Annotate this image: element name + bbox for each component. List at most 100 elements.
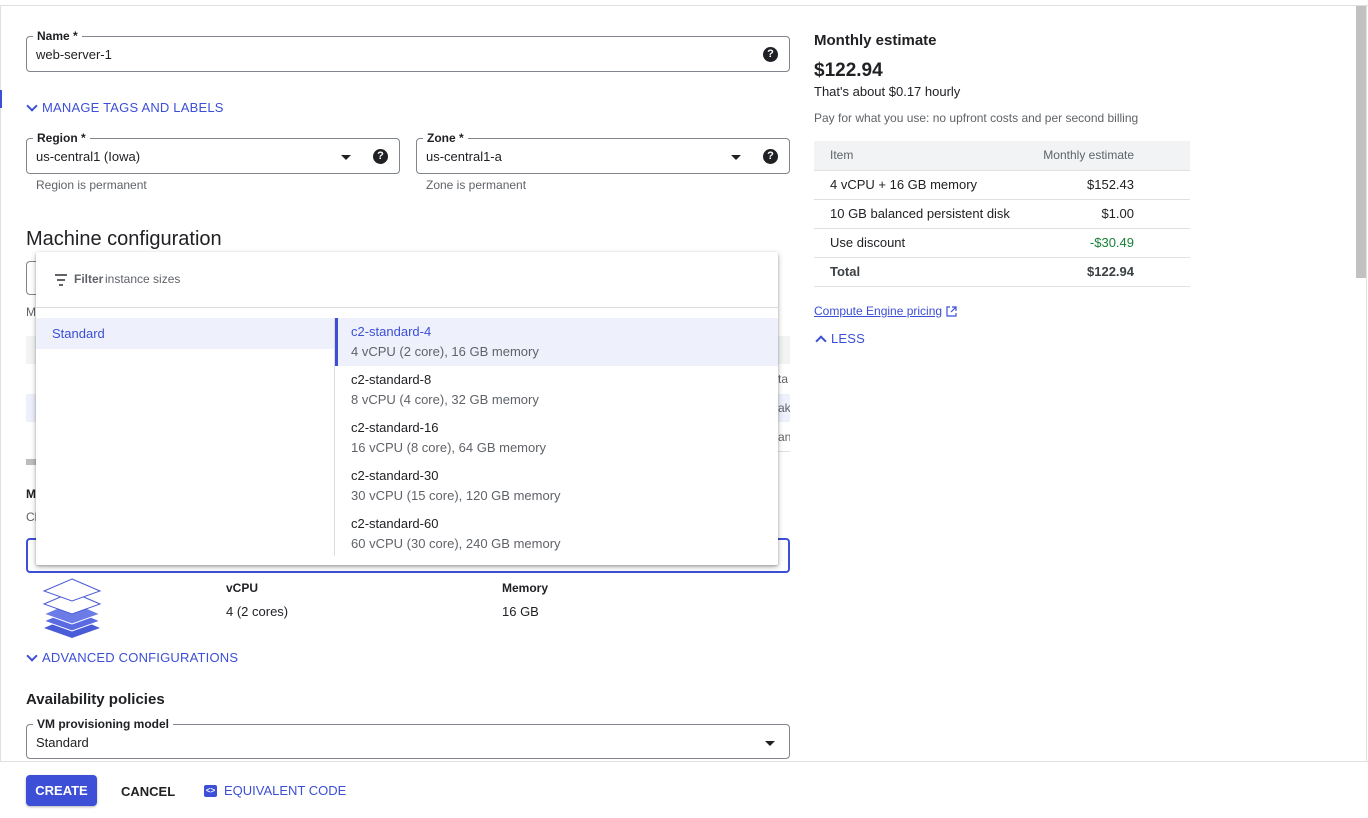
help-icon[interactable]: ? [373, 149, 388, 164]
option-desc: 60 vCPU (30 core), 240 GB memory [351, 536, 561, 551]
equivalent-code-button[interactable]: <> EQUIVALENT CODE [204, 783, 346, 798]
series-field-edge [26, 261, 36, 295]
vm-provisioning-label: VM provisioning model [33, 716, 174, 732]
machine-stack-icon [42, 578, 102, 638]
total-value: $122.94 [1026, 257, 1190, 287]
table-scrollbar-edge [26, 459, 36, 465]
filter-icon [54, 274, 68, 289]
left-border [0, 6, 1, 761]
table-header: Item Monthly estimate [814, 141, 1190, 171]
memory-value: 16 GB [502, 604, 539, 619]
name-field[interactable]: Name * web-server-1 ? [26, 28, 790, 72]
help-icon[interactable]: ? [763, 47, 778, 62]
col-item: Item [814, 141, 1027, 171]
option-name: c2-standard-16 [351, 420, 439, 435]
row-item: 4 vCPU + 16 GB memory [814, 170, 1027, 200]
option-c2-standard-30[interactable]: c2-standard-30 30 vCPU (15 core), 120 GB… [335, 462, 778, 510]
zone-value: us-central1-a [426, 149, 502, 164]
hidden-text: ak [778, 401, 790, 415]
less-label: LESS [831, 331, 866, 346]
option-name: c2-standard-4 [351, 324, 432, 339]
machine-config-title: Machine configuration [26, 228, 222, 250]
region-label: Region * [33, 130, 90, 146]
vm-provisioning-value: Standard [36, 735, 89, 750]
chevron-down-icon [26, 649, 38, 662]
hidden-text: M [26, 305, 36, 319]
table-row-edge [778, 451, 790, 452]
total-label: Total [814, 257, 1027, 287]
option-desc: 30 vCPU (15 core), 120 GB memory [351, 488, 561, 503]
vm-provisioning-select[interactable]: VM provisioning model Standard [26, 716, 790, 759]
option-name: c2-standard-60 [351, 516, 439, 531]
filter-input[interactable]: instance sizes [105, 272, 180, 286]
table-row-total: Total $122.94 [814, 257, 1190, 287]
left-indicator [0, 90, 2, 108]
filter-bar[interactable]: Filter instance sizes [36, 252, 778, 308]
advanced-label: ADVANCED CONFIGURATIONS [42, 650, 239, 665]
availability-title: Availability policies [26, 691, 165, 708]
manage-tags-label: MANAGE TAGS AND LABELS [42, 100, 224, 115]
option-list: c2-standard-4 4 vCPU (2 core), 16 GB mem… [335, 318, 778, 558]
equivalent-code-label: EQUIVALENT CODE [224, 783, 347, 798]
row-item: Use discount [814, 228, 1027, 258]
estimate-title: Monthly estimate [814, 32, 937, 49]
estimate-price: $122.94 [814, 60, 883, 81]
option-c2-standard-16[interactable]: c2-standard-16 16 vCPU (8 core), 64 GB m… [335, 414, 778, 462]
table-row: 4 vCPU + 16 GB memory $152.43 [814, 170, 1190, 200]
row-value-discount: -$30.49 [1026, 228, 1190, 258]
option-c2-standard-60[interactable]: c2-standard-60 60 vCPU (30 core), 240 GB… [335, 510, 778, 558]
scroll-track [1366, 6, 1367, 761]
name-label: Name * [33, 28, 82, 44]
dropdown-arrow-icon [765, 741, 775, 746]
chevron-down-icon [26, 99, 38, 112]
cancel-button[interactable]: CANCEL [121, 784, 175, 799]
row-value: $152.43 [1026, 170, 1190, 200]
zone-hint: Zone is permanent [426, 178, 527, 192]
pricing-link-label: Compute Engine pricing [814, 304, 943, 318]
manage-tags-button[interactable]: MANAGE TAGS AND LABELS [26, 99, 224, 115]
name-value[interactable]: web-server-1 [36, 47, 112, 62]
option-desc: 4 vCPU (2 core), 16 GB memory [351, 344, 539, 359]
help-icon[interactable]: ? [763, 149, 778, 164]
region-select[interactable]: Region * us-central1 (Iowa) ? [26, 130, 400, 174]
estimate-note: Pay for what you use: no upfront costs a… [814, 111, 1139, 125]
filter-label: Filter [74, 272, 104, 286]
row-item: 10 GB balanced persistent disk [814, 199, 1027, 229]
vcpu-value: 4 (2 cores) [226, 604, 289, 619]
hidden-text: M [26, 487, 36, 501]
vcpu-label: vCPU [226, 581, 259, 595]
less-button[interactable]: LESS [815, 331, 866, 347]
scrollbar-thumb[interactable] [1356, 6, 1366, 278]
option-desc: 8 vCPU (4 core), 32 GB memory [351, 392, 539, 407]
zone-label: Zone * [423, 130, 468, 146]
top-divider [0, 0, 1368, 6]
dropdown-arrow-icon [341, 155, 351, 160]
create-button[interactable]: CREATE [26, 775, 97, 806]
external-link-icon [946, 305, 957, 317]
chevron-up-icon [815, 334, 827, 347]
col-estimate: Monthly estimate [1026, 141, 1190, 171]
table-row-edge [26, 394, 36, 422]
option-c2-standard-4[interactable]: c2-standard-4 4 vCPU (2 core), 16 GB mem… [335, 318, 778, 366]
region-hint: Region is permanent [36, 178, 147, 192]
option-desc: 16 vCPU (8 core), 64 GB memory [351, 440, 547, 455]
category-label: Standard [52, 326, 105, 341]
region-value: us-central1 (Iowa) [36, 149, 141, 164]
option-c2-standard-8[interactable]: c2-standard-8 8 vCPU (4 core), 32 GB mem… [335, 366, 778, 414]
estimate-table: Item Monthly estimate 4 vCPU + 16 GB mem… [814, 141, 1190, 287]
advanced-configurations-button[interactable]: ADVANCED CONFIGURATIONS [26, 649, 239, 665]
machine-type-dropdown: Filter instance sizes Standard c2-standa… [36, 252, 778, 565]
hidden-text: an [778, 430, 790, 444]
category-standard[interactable]: Standard [36, 318, 334, 349]
table-row: 10 GB balanced persistent disk $1.00 [814, 199, 1190, 229]
row-value: $1.00 [1026, 199, 1190, 229]
table-row: Use discount -$30.49 [814, 228, 1190, 258]
zone-select[interactable]: Zone * us-central1-a ? [416, 130, 790, 174]
table-header-edge [778, 336, 790, 364]
table-header-edge [26, 336, 36, 364]
estimate-hourly: That's about $0.17 hourly [814, 84, 961, 99]
code-icon: <> [204, 784, 217, 797]
option-name: c2-standard-30 [351, 468, 439, 483]
dropdown-arrow-icon [731, 155, 741, 160]
pricing-link[interactable]: Compute Engine pricing [814, 304, 957, 318]
